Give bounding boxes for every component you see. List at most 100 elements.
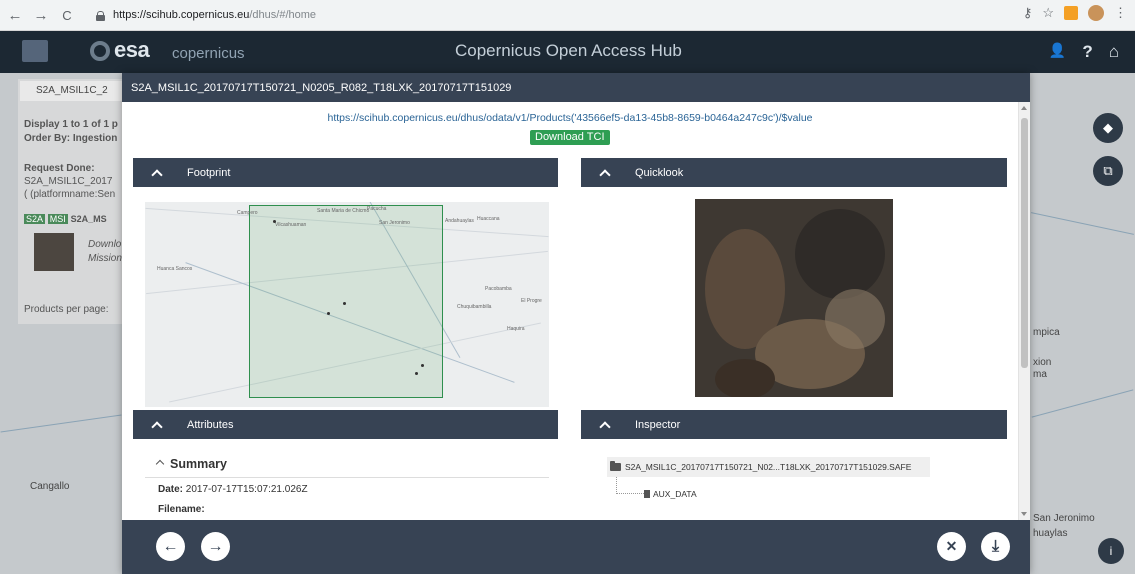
badge-msi: MSI <box>47 214 68 224</box>
map-label: mpica <box>1033 327 1060 338</box>
filename-attribute: Filename: <box>158 504 205 515</box>
chevron-up-icon <box>151 168 163 181</box>
info-icon[interactable]: i <box>1098 538 1124 564</box>
item-download-text: Downlo <box>88 239 122 250</box>
map-label: San Jeronimo <box>1033 513 1095 524</box>
scroll-up-icon[interactable] <box>1021 106 1027 110</box>
scroll-thumb[interactable] <box>1021 118 1028 368</box>
map-town: Pacobamba <box>485 286 512 292</box>
map-town: Vilcashuaman <box>275 222 307 228</box>
scroll-down-icon[interactable] <box>1021 512 1027 516</box>
map-town: Campero <box>237 210 258 216</box>
header-actions: 👤 ? ⌂ <box>1049 42 1119 62</box>
profile-avatar-icon[interactable] <box>1088 5 1104 21</box>
summary-toggle[interactable]: Summary <box>155 457 227 471</box>
map-town: Santa Maria de Chicmo <box>317 208 370 214</box>
date-attribute: Date: 2017-07-17T15:07:21.026Z <box>158 484 308 495</box>
map-label: ma <box>1033 369 1047 380</box>
folder-open-icon <box>610 461 621 471</box>
map-river <box>1031 389 1134 418</box>
next-product-button[interactable]: → <box>201 532 230 561</box>
download-url-link[interactable]: https://scihub.copernicus.eu/dhus/odata/… <box>122 112 1018 124</box>
layers-icon[interactable]: ◆ <box>1093 113 1123 143</box>
product-details-modal: S2A_MSIL1C_20170717T150721_N0205_R082_T1… <box>122 73 1030 574</box>
map-label: Cangallo <box>30 481 70 492</box>
map-label: huaylas <box>1033 528 1068 539</box>
modal-title: S2A_MSIL1C_20170717T150721_N0205_R082_T1… <box>122 73 1030 102</box>
reload-icon[interactable]: C <box>56 4 78 26</box>
product-thumbnail[interactable] <box>34 233 74 271</box>
map-town: Haquira <box>507 326 525 332</box>
browser-menu-icon[interactable]: ⋮ <box>1114 5 1127 21</box>
browser-actions: ⚷ ☆ ⋮ <box>1023 5 1127 21</box>
request-title: Request Done: <box>24 163 95 174</box>
file-icon <box>644 490 650 498</box>
download-tci-button[interactable]: Download TCI <box>530 130 610 145</box>
chevron-up-icon <box>151 420 163 433</box>
quicklook-image[interactable] <box>695 199 893 397</box>
esa-logo: esa <box>90 37 150 63</box>
modal-body: https://scihub.copernicus.eu/dhus/odata/… <box>122 102 1018 520</box>
map-town: Andahuaylas <box>445 218 474 224</box>
address-bar[interactable]: https://scihub.copernicus.eu/dhus/#/home <box>96 5 996 25</box>
inspector-section-header[interactable]: Inspector <box>581 410 1007 439</box>
map-marker <box>343 302 346 305</box>
inspector-child-node[interactable]: AUX_DATA <box>644 489 697 499</box>
map-marker <box>421 364 424 367</box>
footprint-polygon[interactable] <box>249 205 443 398</box>
help-icon[interactable]: ? <box>1082 42 1092 62</box>
map-town: Chuquibambilla <box>457 304 492 310</box>
download-product-button[interactable]: ⤓ <box>981 532 1010 561</box>
map-town: Huanca Sancos <box>157 266 193 272</box>
item-mission-text: Mission <box>88 253 122 264</box>
forward-arrow-icon[interactable]: → <box>30 4 52 26</box>
extension-icon[interactable] <box>1064 6 1078 20</box>
order-by-text: Order By: Ingestion <box>24 133 118 144</box>
close-modal-button[interactable]: ✕ <box>937 532 966 561</box>
attributes-section-header[interactable]: Attributes <box>133 410 558 439</box>
terrain-patch <box>825 289 885 349</box>
footprint-map[interactable]: Campero Vilcashuaman Santa Maria de Chic… <box>145 202 549 407</box>
badge-name: S2A_MS <box>70 214 107 224</box>
user-icon[interactable]: 👤 <box>1049 42 1066 62</box>
quicklook-section-header[interactable]: Quicklook <box>581 158 1007 187</box>
terrain-patch <box>715 359 775 397</box>
chevron-up-icon <box>599 168 611 181</box>
url-host: https://scihub.copernicus.eu <box>113 9 250 21</box>
back-arrow-icon[interactable]: ← <box>4 4 26 26</box>
search-field[interactable]: S2A_MSIL1C_2 <box>20 81 124 101</box>
home-icon[interactable]: ⌂ <box>1109 42 1119 62</box>
inspector-root-node[interactable]: S2A_MSIL1C_20170717T150721_N02...T18LXK_… <box>607 457 930 477</box>
url-path: /dhus/#/home <box>249 9 317 21</box>
modal-scrollbar[interactable] <box>1018 102 1030 520</box>
products-per-page-label: Products per page: <box>24 304 109 315</box>
request-line: ( (platformname:Sen <box>24 189 116 200</box>
eu-flag-icon <box>22 40 48 62</box>
map-town: Pacucha <box>367 206 387 212</box>
tree-branch <box>616 477 646 494</box>
search-results-panel: S2A_MSIL1C_2 Display 1 to 1 of 1 p Order… <box>18 79 128 324</box>
copernicus-logo: copernicus <box>172 45 245 62</box>
divider <box>145 477 549 478</box>
footprint-section-header[interactable]: Footprint <box>133 158 558 187</box>
modal-footer: ← → ✕ ⤓ <box>122 520 1030 574</box>
previous-product-button[interactable]: ← <box>156 532 185 561</box>
map-river <box>1031 212 1134 235</box>
browser-toolbar: ← → C https://scihub.copernicus.eu/dhus/… <box>0 0 1135 31</box>
quicklook-title: Quicklook <box>635 166 684 179</box>
inspector-title: Inspector <box>635 418 681 431</box>
display-count-text: Display 1 to 1 of 1 p <box>24 119 118 130</box>
key-icon[interactable]: ⚷ <box>1023 5 1033 21</box>
app-header: esa copernicus Copernicus Open Access Hu… <box>0 31 1135 73</box>
caret-up-icon <box>155 459 165 469</box>
app-title: Copernicus Open Access Hub <box>455 41 682 60</box>
footprint-toggle-icon[interactable]: ⧉ <box>1093 156 1123 186</box>
map-town: El Progre <box>521 298 542 304</box>
star-icon[interactable]: ☆ <box>1042 5 1054 21</box>
map-marker <box>327 312 330 315</box>
map-label: xion <box>1033 357 1052 368</box>
map-river <box>0 414 122 433</box>
chevron-up-icon <box>599 420 611 433</box>
lock-icon <box>96 10 105 21</box>
map-marker <box>415 372 418 375</box>
